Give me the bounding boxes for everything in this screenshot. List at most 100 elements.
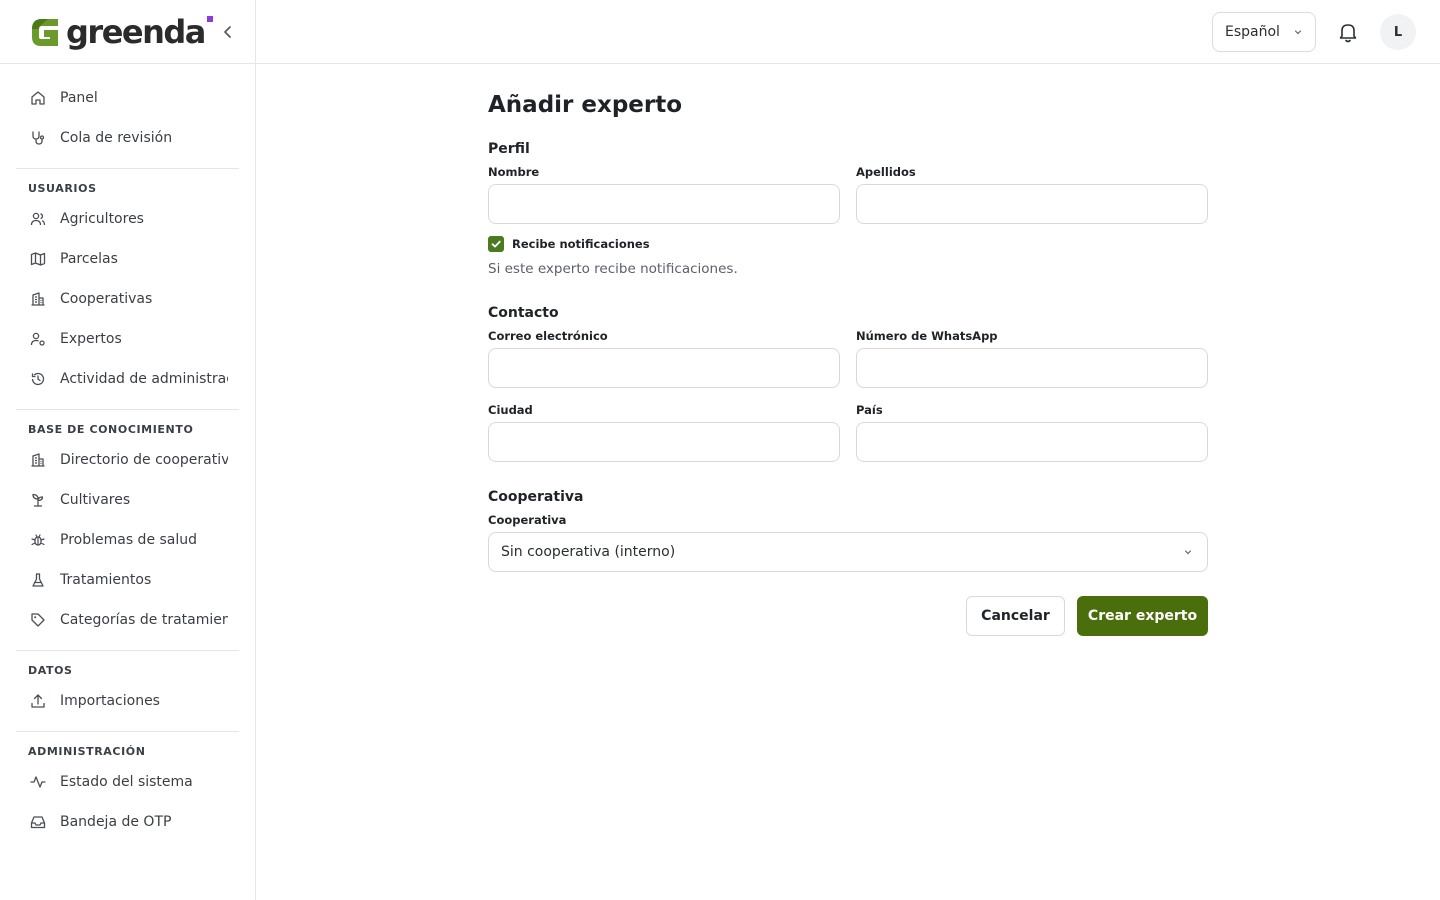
sidebar-item-label: Parcelas (60, 251, 118, 267)
inbox-icon (28, 812, 48, 832)
upload-icon (28, 691, 48, 711)
whatsapp-field[interactable] (856, 348, 1208, 388)
sidebar-item-importaciones[interactable]: Importaciones (16, 681, 239, 721)
chevron-left-icon (224, 26, 231, 38)
page-title: Añadir experto (488, 92, 683, 118)
country-field-group: País (856, 402, 1208, 462)
sidebar-item-review-queue[interactable]: Cola de revisión (16, 118, 239, 158)
sidebar-item-label: Importaciones (60, 693, 160, 709)
avatar[interactable]: L (1380, 14, 1416, 50)
section-heading-usuarios: USUARIOS (28, 182, 97, 195)
city-label: Ciudad (488, 403, 533, 417)
last-name-field-group: Apellidos (856, 164, 1208, 224)
cooperative-select-value: Sin cooperativa (interno) (501, 544, 676, 560)
sidebar-item-label: Directorio de cooperativas (60, 452, 228, 468)
tag-icon (28, 610, 48, 630)
first-name-input[interactable] (488, 184, 840, 224)
sidebar-header: greenda (0, 0, 255, 64)
activity-icon (28, 772, 48, 792)
notifications-checkbox-row: Recibe notificaciones (488, 236, 1208, 252)
section-heading-administracion: ADMINISTRACIÓN (28, 745, 146, 758)
history-icon (28, 369, 48, 389)
sidebar-item-panel[interactable]: Panel (16, 78, 239, 118)
contact-row-2: Ciudad País (488, 402, 1208, 462)
sidebar-item-system-status[interactable]: Estado del sistema (16, 762, 239, 802)
country-field[interactable] (856, 422, 1208, 462)
divider (16, 168, 239, 169)
section-title-cooperative: Cooperativa (488, 489, 584, 505)
first-name-field-group: Nombre (488, 164, 840, 224)
sidebar-item-expertos[interactable]: Expertos (16, 319, 239, 359)
sidebar-item-label: Expertos (60, 331, 122, 347)
logo[interactable]: greenda (28, 15, 213, 49)
sidebar: greenda Panel Cola de revisión USUARIOS … (0, 0, 256, 900)
sidebar-item-agricultores[interactable]: Agricultores (16, 199, 239, 239)
home-icon (28, 88, 48, 108)
sidebar-item-cooperativas[interactable]: Cooperativas (16, 279, 239, 319)
create-expert-button[interactable]: Crear experto (1077, 596, 1208, 636)
bell-icon (1339, 24, 1357, 43)
user-cog-icon (28, 329, 48, 349)
section-heading-datos: DATOS (28, 664, 73, 677)
section-title-profile: Perfil (488, 141, 530, 157)
sidebar-item-treatment-categories[interactable]: Categorías de tratamiento (16, 600, 239, 640)
country-label: País (856, 403, 883, 417)
topbar: Español L (256, 0, 1440, 64)
divider (16, 731, 239, 732)
divider (16, 409, 239, 410)
email-field[interactable] (488, 348, 840, 388)
avatar-initial: L (1393, 24, 1403, 40)
sprout-icon (28, 490, 48, 510)
greenda-logo-icon (32, 18, 58, 46)
flask-icon (28, 570, 48, 590)
sidebar-item-admin-activity[interactable]: Actividad de administración (16, 359, 239, 399)
language-select[interactable]: Español (1212, 12, 1316, 52)
sidebar-item-label: Panel (60, 90, 98, 106)
sidebar-item-cultivares[interactable]: Cultivares (16, 480, 239, 520)
building-icon (28, 450, 48, 470)
sidebar-item-health-problems[interactable]: Problemas de salud (16, 520, 239, 560)
profile-name-row: Nombre Apellidos (488, 164, 1208, 224)
building-icon (28, 289, 48, 309)
sidebar-item-label: Cultivares (60, 492, 131, 508)
last-name-input[interactable] (856, 184, 1208, 224)
users-icon (28, 209, 48, 229)
check-icon (491, 240, 501, 248)
whatsapp-label: Número de WhatsApp (856, 329, 998, 343)
contact-row-1: Correo electrónico Número de WhatsApp (488, 328, 1208, 388)
city-field[interactable] (488, 422, 840, 462)
whatsapp-field-group: Número de WhatsApp (856, 328, 1208, 388)
sidebar-item-label: Estado del sistema (60, 774, 193, 790)
notifications-checkbox-label: Recibe notificaciones (512, 237, 650, 251)
email-field-group: Correo electrónico (488, 328, 840, 388)
logo-dot (206, 15, 213, 22)
sidebar-item-tratamientos[interactable]: Tratamientos (16, 560, 239, 600)
notifications-button[interactable] (1336, 20, 1360, 44)
notifications-checkbox[interactable] (488, 236, 504, 252)
cancel-button[interactable]: Cancelar (966, 596, 1065, 636)
sidebar-item-parcelas[interactable]: Parcelas (16, 239, 239, 279)
sidebar-item-label: Categorías de tratamiento (60, 612, 228, 628)
language-select-value: Español (1225, 24, 1280, 40)
cooperative-select[interactable]: Sin cooperativa (interno) (488, 532, 1208, 572)
stethoscope-icon (28, 128, 48, 148)
city-field-group: Ciudad (488, 402, 840, 462)
section-heading-base-de-conocimiento: BASE DE CONOCIMIENTO (28, 423, 194, 436)
last-name-label: Apellidos (856, 165, 916, 179)
sidebar-item-label: Problemas de salud (60, 532, 198, 548)
sidebar-item-otp-inbox[interactable]: Bandeja de OTP (16, 802, 239, 842)
notifications-hint: Si este experto recibe notificaciones. (488, 261, 738, 277)
collapse-sidebar-button[interactable] (218, 22, 238, 42)
sidebar-item-label: Actividad de administración (60, 371, 228, 387)
form-actions: Cancelar Crear experto (488, 596, 1208, 636)
sidebar-item-label: Cooperativas (60, 291, 153, 307)
sidebar-item-cooperative-directory[interactable]: Directorio de cooperativas (16, 440, 239, 480)
sidebar-item-label: Agricultores (60, 211, 144, 227)
cooperative-label: Cooperativa (488, 513, 567, 527)
section-title-contact: Contacto (488, 305, 559, 321)
bug-icon (28, 530, 48, 550)
email-label: Correo electrónico (488, 329, 608, 343)
sidebar-item-label: Cola de revisión (60, 130, 173, 146)
map-icon (28, 249, 48, 269)
sidebar-item-label: Bandeja de OTP (60, 814, 172, 830)
